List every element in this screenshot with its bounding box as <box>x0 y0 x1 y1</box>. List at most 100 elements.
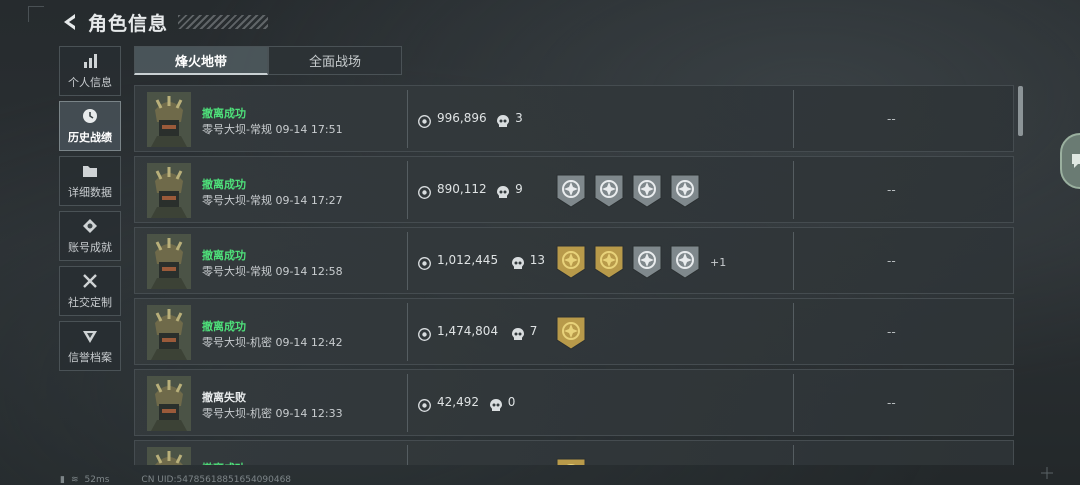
nav-item-label: 信誉档案 <box>68 351 112 364</box>
nav-item-label: 社交定制 <box>68 296 112 309</box>
column-divider <box>793 374 794 432</box>
shield-icon <box>81 327 99 345</box>
map-and-time: 零号大坝-常规 09-14 17:51 <box>202 123 343 136</box>
extra-info: -- <box>887 325 896 339</box>
nav-item-4[interactable]: 账号成就 <box>59 211 121 261</box>
column-divider <box>793 445 794 465</box>
extraction-status: 撤离成功 <box>202 460 246 465</box>
status-footer: ▮ ≋ 52ms CN UID:547856188516540904​68 <box>60 474 297 485</box>
extraction-status: 撤离成功 <box>202 320 246 333</box>
column-divider <box>793 232 794 290</box>
operator-avatar <box>147 305 191 360</box>
mode-tabs: 烽火地带 全面战场 <box>134 46 402 75</box>
silver-badge-icon[interactable] <box>670 174 700 208</box>
map-and-time: 零号大坝-机密 09-14 12:33 <box>202 407 343 420</box>
operator-avatar <box>147 92 191 147</box>
ping-value: 52ms <box>84 475 110 485</box>
extra-info: -- <box>887 112 896 126</box>
loot-value: 1,474,804 <box>437 324 499 338</box>
achievement-badges <box>556 458 594 465</box>
battery-icon: ▮ <box>60 475 65 485</box>
more-badges-count: +1 <box>710 255 727 269</box>
extra-info: -- <box>887 254 896 268</box>
plus-icon <box>1041 467 1053 479</box>
match-record-row[interactable]: 撤离失败 零号大坝-机密 09-14 12:33 42,492 0 -- <box>134 369 1014 436</box>
match-record-row[interactable]: 撤离成功零号大坝-常规 09-14 12:58 1,012,445 13 +1 -- <box>134 227 1014 294</box>
gold-badge-icon[interactable] <box>556 458 586 465</box>
match-record-row[interactable]: 撤离成功 零号大坝-机密 09-14 12:42 1,474,804 7 -- <box>134 298 1014 365</box>
coin-icon <box>418 326 431 341</box>
skull-icon <box>511 255 524 269</box>
nav-item-label: 详细数据 <box>68 186 112 199</box>
match-record-row[interactable]: 撤离成功 <box>134 440 1014 465</box>
skull-icon <box>511 326 524 340</box>
nav-item-label: 个人信息 <box>68 76 112 89</box>
achievement-badges: +1 <box>556 245 726 279</box>
column-divider <box>793 303 794 361</box>
silver-badge-icon[interactable] <box>632 174 662 208</box>
coin-icon <box>418 184 431 199</box>
extra-info: -- <box>887 183 896 197</box>
coin-icon <box>418 255 431 270</box>
column-divider <box>407 445 408 465</box>
column-divider <box>407 374 408 432</box>
clock-icon <box>81 107 99 125</box>
kill-count: 7 <box>529 324 538 338</box>
silver-badge-icon[interactable] <box>594 174 624 208</box>
kill-count: 9 <box>515 182 523 196</box>
chat-button[interactable] <box>1060 133 1080 189</box>
tab-2[interactable]: 全面战场 <box>268 46 402 75</box>
column-divider <box>407 90 408 148</box>
kill-count: 13 <box>529 253 545 267</box>
title-decoration <box>178 15 269 29</box>
match-record-row[interactable]: 撤离成功 零号大坝-常规 09-14 17:27 890,112 9 -- <box>134 156 1014 223</box>
wifi-icon: ≋ <box>70 475 79 485</box>
extraction-status: 撤离成功 <box>202 107 246 120</box>
coin-icon <box>418 113 431 128</box>
column-divider <box>793 90 794 148</box>
silver-badge-icon[interactable] <box>556 174 586 208</box>
folder-icon <box>81 162 99 180</box>
corner-decoration <box>28 6 44 22</box>
nav-item-5[interactable]: 社交定制 <box>59 266 121 316</box>
column-divider <box>407 232 408 290</box>
coin-icon <box>418 397 431 412</box>
kill-count: 3 <box>515 111 523 125</box>
match-record-row[interactable]: 撤离成功零号大坝-常规 09-14 17:51 996,896 3 -- <box>134 85 1014 152</box>
operator-avatar <box>147 376 191 431</box>
map-and-time: 零号大坝-常规 09-14 17:27 <box>202 194 343 207</box>
gold-badge-icon[interactable] <box>556 245 586 279</box>
map-and-time: 零号大坝-常规 09-14 12:58 <box>202 265 343 278</box>
gold-badge-icon[interactable] <box>594 245 624 279</box>
extraction-status: 撤离失败 <box>202 391 246 404</box>
operator-avatar <box>147 234 191 289</box>
extraction-status: 撤离成功 <box>202 249 246 262</box>
silver-badge-icon[interactable] <box>632 245 662 279</box>
loot-value: 42,492 <box>437 395 479 409</box>
bar-chart-icon <box>81 52 99 70</box>
nav-item-6[interactable]: 信誉档案 <box>59 321 121 371</box>
nav-item-1[interactable]: 个人信息 <box>59 46 121 96</box>
nav-item-label: 历史战绩 <box>68 131 112 144</box>
tools-icon <box>81 272 99 290</box>
operator-avatar <box>147 163 191 218</box>
nav-item-2[interactable]: 历史战绩 <box>59 101 121 151</box>
achievement-badges <box>556 316 594 350</box>
loot-value: 1,012,445 <box>437 253 499 267</box>
page-header: 角色信息 <box>58 8 269 36</box>
skull-icon <box>489 397 502 411</box>
operator-avatar <box>147 447 191 465</box>
silver-badge-icon[interactable] <box>670 245 700 279</box>
achievement-badges <box>556 174 708 208</box>
scrollbar[interactable] <box>1018 86 1023 136</box>
match-history-list: 撤离成功 零号大坝-常规 09-14 17:51 996,896 3 -- 撤离成功 零号大… <box>134 85 1014 465</box>
back-arrow-icon[interactable] <box>58 10 82 34</box>
nav-item-3[interactable]: 详细数据 <box>59 156 121 206</box>
loot-value: 996,896 <box>437 111 487 125</box>
gold-badge-icon[interactable] <box>556 316 586 350</box>
column-divider <box>407 303 408 361</box>
tab-1[interactable]: 烽火地带 <box>134 46 268 75</box>
column-divider <box>793 161 794 219</box>
chat-icon <box>1072 154 1080 168</box>
page-title: 角色信息 <box>88 12 169 35</box>
